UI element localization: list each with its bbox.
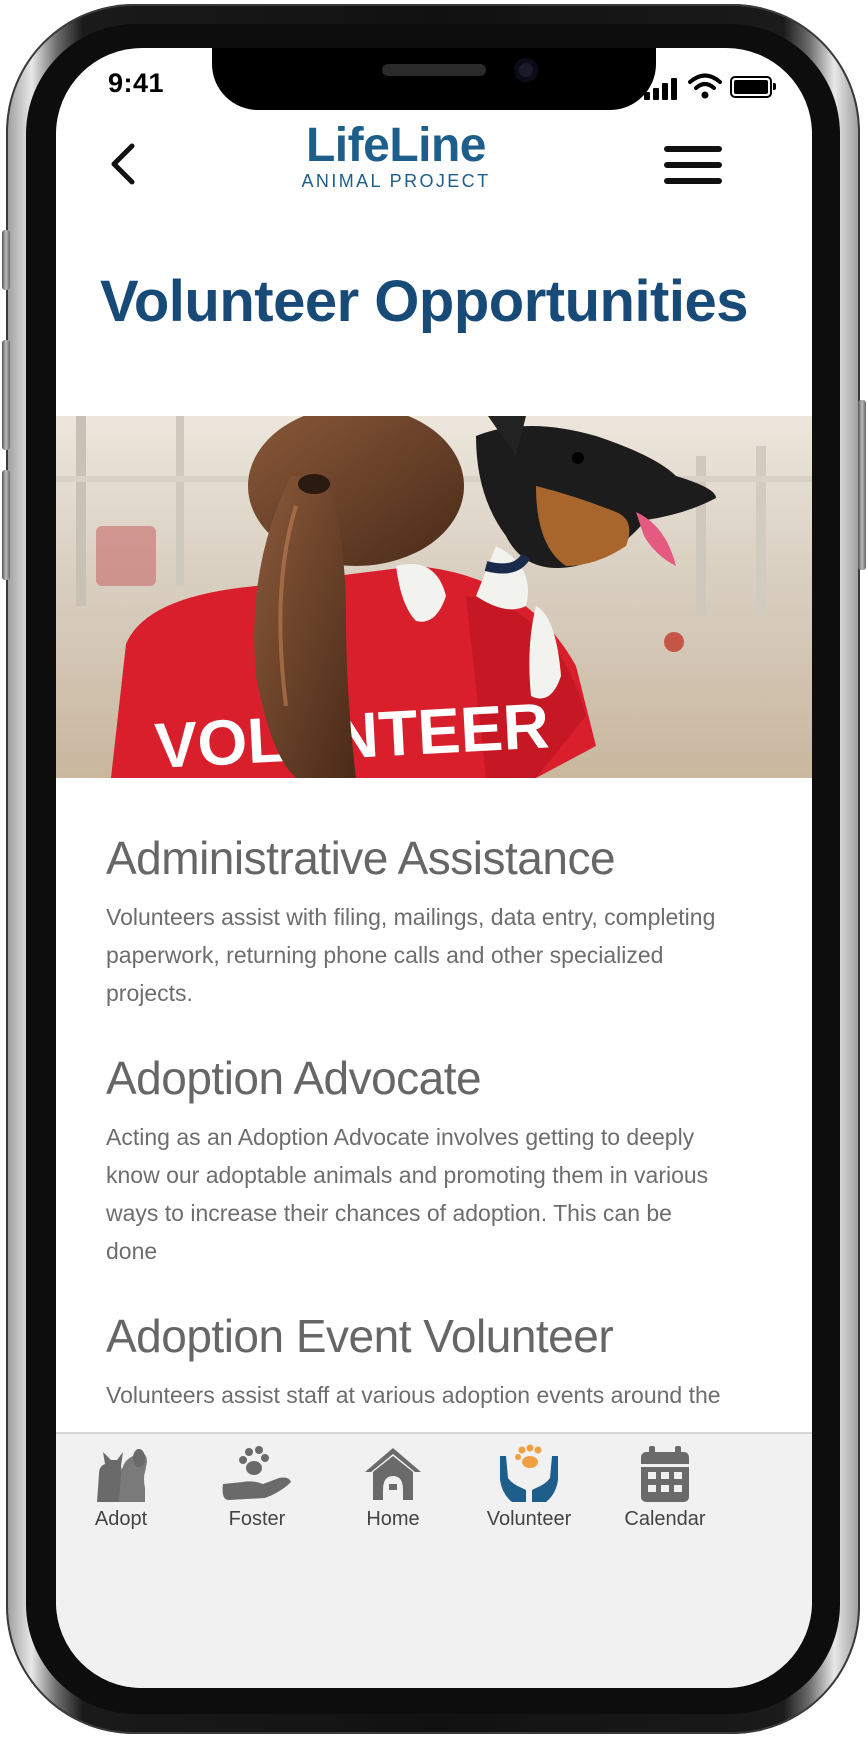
bottom-tab-bar: Adopt Foster Home Volunteer Calendar (56, 1432, 812, 1688)
tab-volunteer[interactable]: Volunteer (464, 1444, 594, 1531)
battery-icon (730, 76, 776, 98)
front-camera (514, 58, 538, 82)
opportunity-title[interactable]: Adoption Advocate (106, 1052, 726, 1104)
tab-label: Calendar (624, 1508, 706, 1530)
phone-volume-down (2, 470, 10, 580)
tab-label: Home (366, 1508, 420, 1530)
opportunity-section[interactable]: Administrative Assistance Volunteers ass… (106, 832, 726, 1012)
tab-label: Foster (228, 1508, 286, 1530)
phone-side-button (2, 230, 10, 290)
lifeline-logo[interactable]: LifeLine ANIMAL PROJECT (276, 119, 516, 191)
paw-hand-icon (222, 1446, 291, 1500)
opportunity-description: Volunteers assist with filing, mailings,… (106, 904, 716, 1006)
phone-power-button (858, 400, 866, 570)
page-title: Volunteer Opportunities (100, 269, 749, 334)
tab-home[interactable]: Home (328, 1444, 458, 1531)
cat-dog-icon (97, 1449, 147, 1502)
phone-volume-up (2, 340, 10, 450)
app-screen: 9:41 LifeLine ANIMAL PROJECT Volunteer O… (56, 48, 812, 1688)
status-time: 9:41 (108, 68, 165, 98)
tab-adopt[interactable]: Adopt (56, 1444, 186, 1531)
opportunity-description: Acting as an Adoption Advocate involves … (106, 1124, 709, 1264)
tab-calendar[interactable]: Calendar (600, 1444, 730, 1531)
back-chevron-icon[interactable] (106, 140, 140, 188)
notch (212, 48, 656, 110)
opportunity-section[interactable]: Adoption Event Volunteer Volunteers assi… (106, 1310, 726, 1412)
logo-subtitle: ANIMAL PROJECT (301, 171, 491, 191)
opportunity-section[interactable]: Adoption Advocate Acting as an Adoption … (106, 1052, 726, 1270)
hamburger-menu-icon[interactable] (664, 144, 722, 186)
logo-name: LifeLine (305, 119, 487, 172)
cellular-signal-icon (644, 78, 678, 100)
opportunities-list: Administrative Assistance Volunteers ass… (106, 832, 726, 1412)
opportunity-description: Volunteers assist staff at various adopt… (106, 1382, 721, 1408)
tab-foster[interactable]: Foster (192, 1444, 322, 1531)
tab-label: Adopt (94, 1508, 148, 1530)
tab-label: Volunteer (486, 1508, 572, 1530)
house-icon (365, 1448, 421, 1500)
wifi-icon (688, 73, 722, 99)
opportunity-title[interactable]: Administrative Assistance (106, 832, 726, 884)
calendar-icon (641, 1446, 689, 1502)
hands-paw-icon (500, 1444, 558, 1502)
opportunity-title[interactable]: Adoption Event Volunteer (106, 1310, 726, 1362)
speaker-grille (382, 64, 486, 76)
hero-image-volunteer-with-dog: VOLUNTEER (56, 416, 812, 778)
hero-illustration: VOLUNTEER (56, 416, 812, 778)
